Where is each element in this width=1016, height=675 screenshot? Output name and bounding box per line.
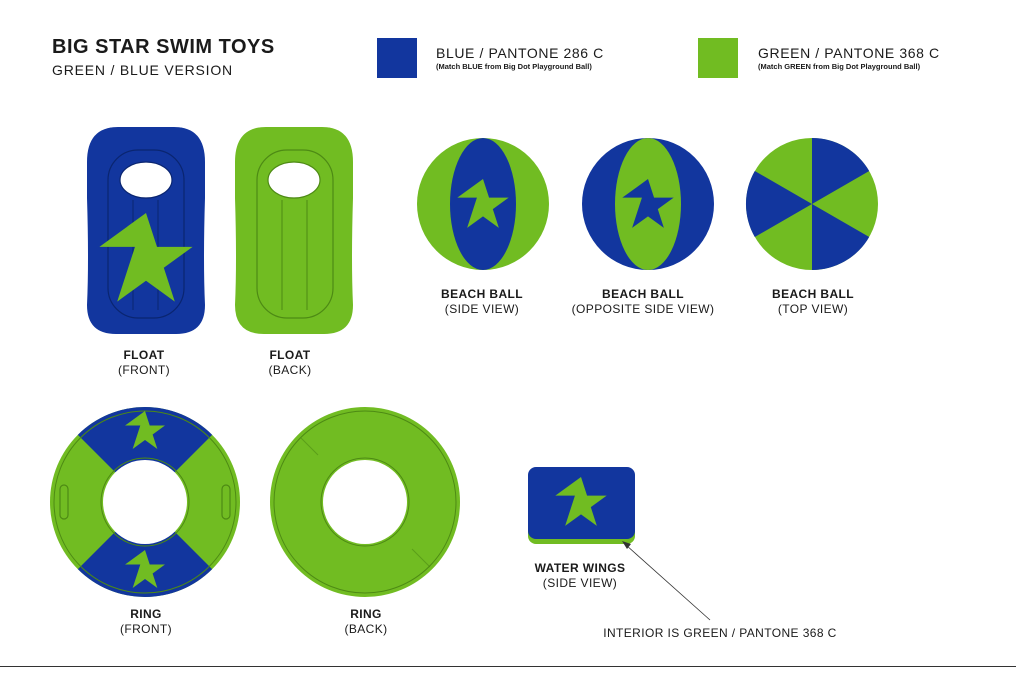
caption-name: RING: [350, 607, 382, 621]
caption-view: (BACK): [268, 363, 312, 377]
caption-view: (SIDE VIEW): [542, 576, 618, 590]
caption-ring-back: RING (BACK): [266, 607, 466, 637]
beach-ball-opposite: [582, 138, 714, 270]
caption-ball-top: BEACH BALL (TOP VIEW): [713, 287, 913, 317]
caption-view: (FRONT): [119, 622, 173, 636]
beach-ball-top: [745, 137, 878, 270]
caption-view: (BACK): [344, 622, 388, 636]
float-front: [87, 127, 205, 334]
bottom-rule: [0, 666, 1016, 667]
ring-front: [50, 407, 240, 597]
caption-name: BEACH BALL: [772, 287, 854, 301]
caption-name: FLOAT: [269, 348, 311, 362]
beach-ball-side: [417, 138, 549, 270]
ring-back: [270, 407, 460, 597]
caption-view: (TOP VIEW): [777, 302, 849, 316]
interior-annotation: INTERIOR IS GREEN / PANTONE 368 C: [603, 626, 837, 640]
float-back: [235, 127, 353, 334]
caption-wings: WATER WINGS (SIDE VIEW): [480, 561, 680, 591]
water-wings: [528, 467, 635, 544]
caption-name: WATER WINGS: [534, 561, 626, 575]
caption-name: RING: [130, 607, 162, 621]
caption-float-back: FLOAT (BACK): [190, 348, 390, 378]
caption-ring-front: RING (FRONT): [46, 607, 246, 637]
